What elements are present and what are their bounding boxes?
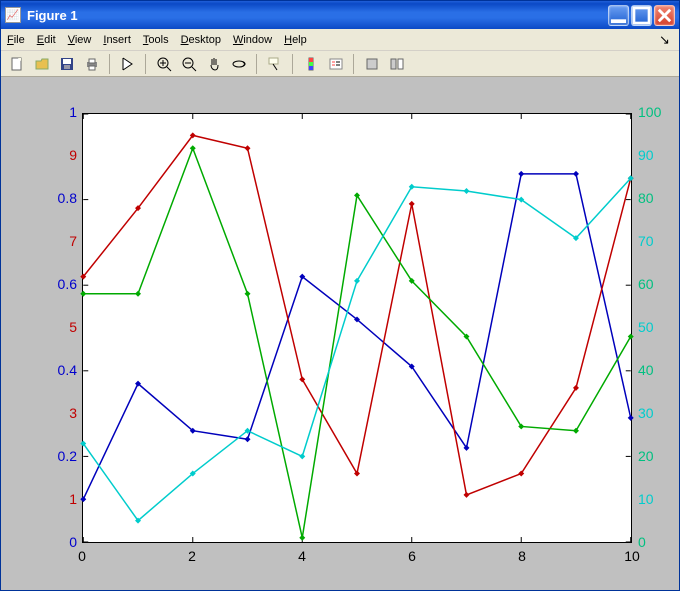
titlebar[interactable]: 📈 Figure 1: [1, 1, 679, 29]
toolbar-separator: [353, 54, 354, 74]
close-button[interactable]: [654, 5, 675, 26]
x-tick-label: 2: [182, 548, 202, 564]
y-right-tick-label: 40: [638, 362, 666, 378]
insert-colorbar-button[interactable]: [299, 53, 322, 75]
window-title: Figure 1: [27, 8, 608, 23]
axes-panel[interactable]: 024681000.20.40.60.811357902040608010010…: [7, 83, 673, 584]
y-left2-tick-label: 5: [62, 319, 77, 335]
rotate3d-button[interactable]: [227, 53, 250, 75]
toolbar-separator: [145, 54, 146, 74]
zoom-out-button[interactable]: [177, 53, 200, 75]
hide-plot-tools-button[interactable]: [360, 53, 383, 75]
menu-view[interactable]: View: [68, 34, 92, 46]
save-button[interactable]: [55, 53, 78, 75]
figure-content: 024681000.20.40.60.811357902040608010010…: [1, 77, 679, 590]
y-left-tick-label: 1: [47, 104, 77, 120]
series-cyan: [83, 178, 630, 520]
y-left-tick-label: 0.8: [47, 190, 77, 206]
y-right-tick-label: 60: [638, 276, 666, 292]
maximize-button[interactable]: [631, 5, 652, 26]
y-left2-tick-label: 1: [62, 491, 77, 507]
y-left2-tick-label: 9: [62, 147, 77, 163]
matlab-icon: 📈: [5, 7, 21, 23]
edit-plot-button[interactable]: [116, 53, 139, 75]
insert-legend-button[interactable]: [324, 53, 347, 75]
y-left-tick-label: 0: [47, 534, 77, 550]
x-tick-label: 0: [72, 548, 92, 564]
new-figure-button[interactable]: [5, 53, 28, 75]
y-right2-tick-label: 30: [638, 405, 666, 421]
menu-window[interactable]: Window: [233, 34, 272, 46]
menu-help[interactable]: Help: [284, 34, 307, 46]
toolbar-separator: [292, 54, 293, 74]
y-right2-tick-label: 10: [638, 491, 666, 507]
zoom-in-button[interactable]: [152, 53, 175, 75]
plot-svg: [83, 114, 631, 542]
toolbar-separator: [109, 54, 110, 74]
y-right-tick-label: 80: [638, 190, 666, 206]
y-left-tick-label: 0.4: [47, 362, 77, 378]
series-green: [83, 148, 630, 537]
toolbar-separator: [256, 54, 257, 74]
series-red: [83, 135, 630, 495]
menu-file[interactable]: File: [7, 34, 25, 46]
y-right-tick-label: 20: [638, 448, 666, 464]
menu-edit[interactable]: Edit: [37, 34, 56, 46]
y-left2-tick-label: 3: [62, 405, 77, 421]
menu-insert[interactable]: Insert: [103, 34, 131, 46]
y-right-tick-label: 100: [638, 104, 666, 120]
y-right2-tick-label: 90: [638, 147, 666, 163]
y-left-tick-label: 0.2: [47, 448, 77, 464]
axes[interactable]: [82, 113, 632, 543]
x-tick-label: 4: [292, 548, 312, 564]
toolbar: [1, 51, 679, 77]
print-button[interactable]: [80, 53, 103, 75]
x-tick-label: 6: [402, 548, 422, 564]
menubar: File Edit View Insert Tools Desktop Wind…: [1, 29, 679, 51]
y-right2-tick-label: 50: [638, 319, 666, 335]
y-right2-tick-label: 70: [638, 233, 666, 249]
menu-tools[interactable]: Tools: [143, 34, 169, 46]
menu-desktop[interactable]: Desktop: [181, 34, 221, 46]
y-left-tick-label: 0.6: [47, 276, 77, 292]
minimize-button[interactable]: [608, 5, 629, 26]
figure-window: 📈 Figure 1 File Edit View Insert Tools D…: [0, 0, 680, 591]
show-plot-tools-button[interactable]: [385, 53, 408, 75]
dock-toggle-icon[interactable]: ↘: [659, 32, 673, 46]
y-right-tick-label: 0: [638, 534, 666, 550]
pan-button[interactable]: [202, 53, 225, 75]
x-tick-label: 10: [622, 548, 642, 564]
datacursor-button[interactable]: [263, 53, 286, 75]
y-left2-tick-label: 7: [62, 233, 77, 249]
open-button[interactable]: [30, 53, 53, 75]
x-tick-label: 8: [512, 548, 532, 564]
